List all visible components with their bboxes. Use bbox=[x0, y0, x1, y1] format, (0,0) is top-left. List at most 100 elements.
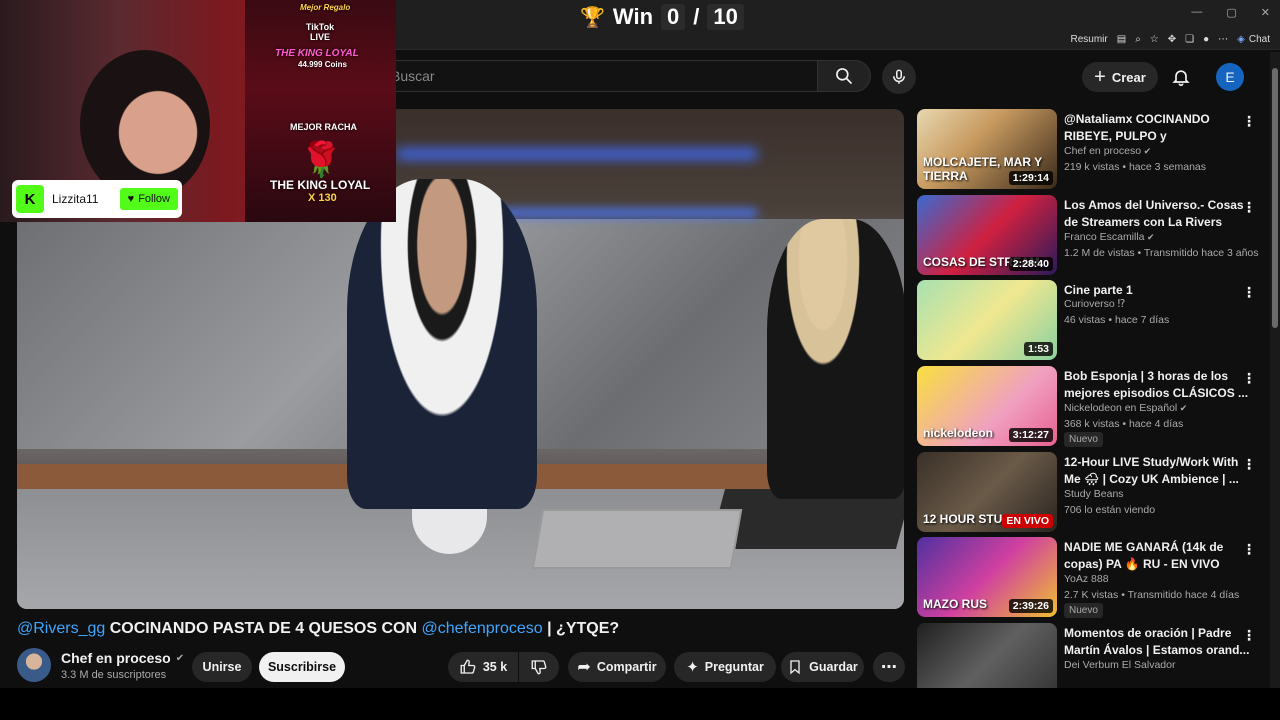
ask-button[interactable]: ✦ Preguntar bbox=[674, 652, 776, 682]
favorite-icon[interactable]: ☆ bbox=[1150, 34, 1159, 45]
video-duration: 2:39:26 bbox=[1008, 599, 1053, 613]
join-button[interactable]: Unirse bbox=[192, 652, 252, 682]
recommendation-item[interactable]: nickelodeon 3:12:27 Bob Esponja | 3 horas … bbox=[916, 366, 1266, 447]
kebab-menu-icon[interactable]: ⋮ bbox=[1242, 284, 1256, 301]
subscribe-label: Suscribirse bbox=[267, 660, 337, 674]
recommendation-item[interactable]: MAZO RUS 2:39:26 NADIE ME GANARÁ (14k de c… bbox=[916, 537, 1266, 618]
menu-icon[interactable]: ⋯ bbox=[1218, 34, 1228, 45]
notifications-button[interactable] bbox=[1168, 64, 1194, 90]
recommendation-channel[interactable]: Franco Escamilla ✔ bbox=[1064, 229, 1155, 245]
scrollbar-thumb[interactable] bbox=[1272, 68, 1278, 328]
plus-icon: + bbox=[1094, 65, 1106, 88]
video-thumbnail[interactable]: nickelodeon 3:12:27 bbox=[917, 366, 1057, 446]
steel-tray bbox=[531, 509, 743, 569]
chat-label: Chat bbox=[1248, 34, 1270, 45]
recommendation-stats: 2.7 K vistas • Transmitido hace 4 días bbox=[1064, 589, 1240, 601]
account-avatar[interactable]: E bbox=[1216, 63, 1244, 91]
video-thumbnail[interactable]: MAZO RUS 2:39:26 bbox=[917, 537, 1057, 617]
channel-name-text: Franco Escamilla bbox=[1064, 231, 1145, 243]
recommendation-item[interactable]: MOLCAJETE, MAR Y TIERRA 1:29:14 @Nataliamx… bbox=[916, 109, 1266, 189]
win-counter: 🏆 Win 0 / 10 bbox=[580, 4, 744, 30]
kebab-menu-icon[interactable]: ⋮ bbox=[1242, 541, 1256, 558]
recommendation-item[interactable]: Momentos de oración | Padre Martín Ávalo… bbox=[916, 623, 1266, 689]
profile-icon[interactable]: ● bbox=[1203, 34, 1209, 45]
recommendation-title[interactable]: NADIE ME GANARÁ (14k de copas) PA 🔥 RU -… bbox=[1064, 539, 1250, 573]
dislike-button[interactable] bbox=[519, 652, 559, 682]
video-thumbnail[interactable]: 1:53 bbox=[917, 280, 1057, 360]
kebab-menu-icon[interactable]: ⋮ bbox=[1242, 113, 1256, 130]
kebab-menu-icon[interactable]: ⋮ bbox=[1242, 456, 1256, 473]
maximize-icon[interactable]: ▢ bbox=[1226, 6, 1236, 19]
video-title: @Rivers_gg COCINANDO PASTA DE 4 QUESOS C… bbox=[17, 620, 897, 638]
recommendation-channel[interactable]: Curioverso ⁉ bbox=[1064, 296, 1125, 312]
recommendation-title[interactable]: Bob Esponja | 3 horas de los mejores epi… bbox=[1064, 368, 1250, 402]
subscriber-count: 3.3 M de suscriptores bbox=[61, 669, 167, 681]
search-icon bbox=[836, 68, 853, 85]
create-button[interactable]: + Crear bbox=[1082, 62, 1158, 92]
kebab-menu-icon[interactable]: ⋮ bbox=[1242, 370, 1256, 387]
save-button[interactable]: Guardar bbox=[781, 652, 864, 682]
like-button[interactable]: 35 k bbox=[448, 652, 518, 682]
voice-search-button[interactable] bbox=[882, 60, 916, 94]
recommendation-stats: 1.2 M de vistas • Transmitido hace 3 año… bbox=[1064, 247, 1259, 259]
kebab-menu-icon[interactable]: ⋮ bbox=[1242, 627, 1256, 644]
channel-name[interactable]: Chef en proceso ✔ bbox=[61, 650, 184, 666]
recommendation-title[interactable]: @Nataliamx COCINANDO RIBEYE, PULPO y CAM… bbox=[1064, 111, 1250, 145]
recommendation-channel[interactable]: YoAz 888 bbox=[1064, 571, 1109, 587]
channel-name-text: Chef en proceso bbox=[61, 650, 171, 666]
recommendation-channel[interactable]: Nickelodeon en Español ✔ bbox=[1064, 400, 1187, 416]
save-label: Guardar bbox=[809, 660, 858, 674]
reader-icon[interactable]: ▤ bbox=[1117, 34, 1126, 45]
zoom-icon[interactable]: ⌕ bbox=[1135, 34, 1141, 45]
close-icon[interactable]: ✕ bbox=[1261, 6, 1270, 19]
collections-icon[interactable]: ❏ bbox=[1185, 34, 1194, 45]
video-duration: 2:28:40 bbox=[1008, 257, 1053, 271]
shelf-light bbox=[397, 149, 757, 159]
verified-icon: ✔ bbox=[1177, 403, 1188, 413]
video-thumbnail[interactable]: 12 HOUR STUD EN VIVO bbox=[917, 452, 1057, 532]
tiktok-live-label: TikTok LIVE bbox=[305, 22, 335, 42]
share-button[interactable]: ➦ Compartir bbox=[568, 652, 666, 682]
streamer-face bbox=[80, 50, 210, 200]
verified-icon: ✔ bbox=[175, 652, 185, 664]
copilot-icon: ◈ bbox=[1237, 34, 1245, 45]
thumbnail-text: nickelodeon bbox=[923, 426, 994, 440]
avatar-letter: E bbox=[1225, 69, 1235, 85]
title-mention-chef[interactable]: @chefenproceso bbox=[421, 620, 542, 637]
channel-avatar[interactable] bbox=[17, 648, 51, 682]
gift-user: THE KING LOYAL bbox=[275, 48, 359, 59]
verified-icon: ✔ bbox=[1141, 146, 1152, 156]
recommendation-title[interactable]: Los Amos del Universo.- Cosas de Streame… bbox=[1064, 197, 1250, 231]
recommendation-channel[interactable]: Study Beans bbox=[1064, 486, 1124, 502]
share-icon: ➦ bbox=[577, 659, 591, 676]
minimize-icon[interactable]: — bbox=[1191, 6, 1202, 19]
recommendation-stats: 219 k vistas • hace 3 semanas bbox=[1064, 161, 1207, 173]
video-thumbnail[interactable]: COSAS DE STREAM 2:28:40 bbox=[917, 195, 1057, 275]
recommendation-title[interactable]: 12-Hour LIVE Study/Work With Me 🌧 | Cozy… bbox=[1064, 454, 1250, 488]
sparkle-icon: ✦ bbox=[686, 659, 699, 676]
recommendation-item[interactable]: 1:53 Cine parte 1 Curioverso ⁉ 46 vistas • … bbox=[916, 280, 1266, 360]
follow-button[interactable]: ♥ Follow bbox=[119, 188, 178, 210]
subscribe-button[interactable]: Suscribirse bbox=[259, 652, 345, 682]
search-button[interactable] bbox=[817, 60, 871, 92]
channel-name-text: Nickelodeon en Español bbox=[1064, 402, 1178, 414]
extensions-icon[interactable]: ✥ bbox=[1168, 34, 1176, 45]
search-placeholder: Buscar bbox=[391, 68, 435, 84]
recommendation-item[interactable]: 12 HOUR STUD EN VIVO 12-Hour LIVE Study/Wo… bbox=[916, 452, 1266, 532]
video-thumbnail[interactable]: MOLCAJETE, MAR Y TIERRA 1:29:14 bbox=[917, 109, 1057, 189]
kebab-menu-icon[interactable]: ⋮ bbox=[1242, 199, 1256, 216]
recommendation-channel[interactable]: Chef en proceso ✔ bbox=[1064, 143, 1151, 159]
title-text: COCINANDO PASTA DE 4 QUESOS CON bbox=[105, 620, 422, 637]
recommendation-item[interactable]: COSAS DE STREAM 2:28:40 Los Amos del Unive… bbox=[916, 195, 1266, 275]
more-actions-button[interactable]: ⋯ bbox=[873, 652, 905, 682]
video-thumbnail[interactable] bbox=[917, 623, 1057, 689]
page-scrollbar[interactable] bbox=[1270, 52, 1280, 688]
recommendation-title[interactable]: Momentos de oración | Padre Martín Ávalo… bbox=[1064, 625, 1250, 659]
channel-name-text: YoAz 888 bbox=[1064, 573, 1109, 585]
copilot-chat-button[interactable]: ◈ Chat bbox=[1237, 34, 1270, 45]
summarize-button[interactable]: Resumir bbox=[1071, 34, 1108, 45]
search-input[interactable]: Buscar bbox=[380, 60, 817, 92]
recommendation-channel[interactable]: Dei Verbum El Salvador bbox=[1064, 657, 1175, 673]
kick-follow-card: K Lizzita11 ♥ Follow bbox=[12, 180, 182, 218]
title-mention-rivers[interactable]: @Rivers_gg bbox=[17, 620, 105, 637]
